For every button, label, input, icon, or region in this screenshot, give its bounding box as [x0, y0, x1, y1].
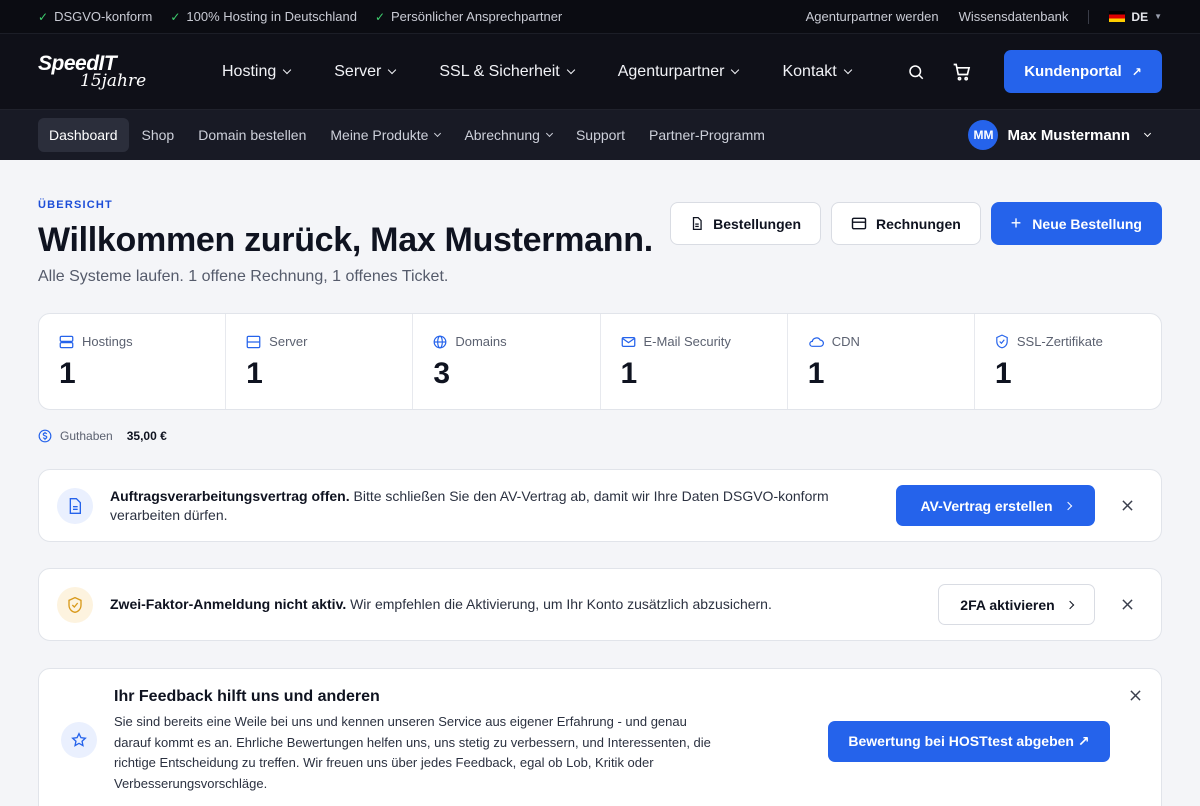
- check-icon: ✓: [170, 9, 181, 24]
- nav-server[interactable]: Server: [334, 63, 397, 81]
- usp-item: ✓ 100% Hosting in Deutschland: [170, 9, 357, 24]
- subnav-partner-program[interactable]: Partner-Programm: [638, 118, 776, 152]
- subnav-support[interactable]: Support: [565, 118, 636, 152]
- star-icon: [61, 722, 97, 758]
- coin-icon: [38, 429, 52, 443]
- subnav-my-products[interactable]: Meine Produkte: [319, 118, 451, 152]
- notice-text: Auftragsverarbeitungsvertrag offen. Bitt…: [110, 487, 829, 523]
- customer-portal-button[interactable]: Kundenportal ↗: [1004, 50, 1162, 93]
- main-navigation: SpeedIT 15jahre Hosting Server SSL & Sic…: [0, 34, 1200, 110]
- check-icon: ✓: [38, 9, 49, 24]
- orders-button[interactable]: Bestellungen: [670, 202, 821, 245]
- chevron-down-icon: [545, 129, 553, 137]
- shield-check-icon: [996, 334, 1008, 349]
- chevron-down-icon: [388, 65, 397, 74]
- dashboard-content: ÜBERSICHT Willkommen zurück, Max Musterm…: [0, 160, 1200, 806]
- stat-server[interactable]: Server 1: [226, 314, 414, 409]
- account-balance: Guthaben 35,00 €: [38, 429, 1162, 443]
- search-icon[interactable]: [904, 60, 928, 84]
- usp-item: ✓ DSGVO-konform: [38, 9, 153, 24]
- balance-value: 35,00 €: [126, 429, 167, 443]
- account-subnav: Dashboard Shop Domain bestellen Meine Pr…: [0, 110, 1200, 160]
- usp-item: ✓ Persönlicher Ansprechpartner: [374, 9, 563, 24]
- chevron-right-icon: [1063, 501, 1072, 510]
- german-flag-icon: [1109, 11, 1126, 22]
- nav-agency-partner[interactable]: Agenturpartner: [618, 63, 740, 81]
- external-arrow-icon: ↗: [1131, 64, 1142, 79]
- enable-2fa-button[interactable]: 2FA aktivieren: [938, 584, 1095, 625]
- subnav-domain-order[interactable]: Domain bestellen: [187, 118, 317, 152]
- subnav-billing[interactable]: Abrechnung: [453, 118, 563, 152]
- invoices-button[interactable]: Rechnungen: [831, 202, 981, 245]
- knowledge-base-link[interactable]: Wissensdatenbank: [959, 9, 1069, 24]
- user-name: Max Mustermann: [1007, 126, 1130, 144]
- chevron-down-icon: [434, 129, 442, 137]
- avatar: MM: [968, 120, 999, 150]
- nav-ssl-security[interactable]: SSL & Sicherheit: [439, 63, 575, 81]
- nav-contact[interactable]: Kontakt: [782, 63, 852, 81]
- server-icon: [246, 335, 261, 348]
- create-av-contract-button[interactable]: AV-Vertrag erstellen: [896, 485, 1095, 526]
- chevron-down-icon: [566, 65, 575, 74]
- cart-icon[interactable]: [950, 60, 974, 84]
- user-menu[interactable]: MM Max Mustermann: [968, 120, 1152, 150]
- stat-ssl-certificates[interactable]: SSL-Zertifikate 1: [975, 314, 1161, 409]
- document-icon: [57, 487, 93, 524]
- page-subtitle: Alle Systeme laufen. 1 offene Rechnung, …: [38, 268, 449, 285]
- close-icon[interactable]: [1115, 593, 1139, 617]
- agency-partner-link[interactable]: Agenturpartner werden: [806, 9, 939, 24]
- close-icon[interactable]: [1115, 494, 1139, 518]
- globe-icon: [433, 335, 447, 348]
- av-contract-notice: Auftragsverarbeitungsvertrag offen. Bitt…: [38, 469, 1162, 542]
- server-stack-icon: [59, 335, 74, 348]
- feedback-title: Ihr Feedback hilft uns und anderen: [114, 688, 380, 705]
- shield-check-icon: [57, 586, 93, 623]
- nav-hosting[interactable]: Hosting: [222, 63, 292, 81]
- caret-down-icon: ▼: [1154, 12, 1162, 21]
- stat-email-security[interactable]: E-Mail Security 1: [601, 314, 788, 409]
- check-icon: ✓: [374, 9, 385, 24]
- stat-domains[interactable]: Domains 3: [413, 314, 601, 409]
- subnav-dashboard[interactable]: Dashboard: [38, 118, 129, 152]
- chevron-right-icon: [1065, 600, 1074, 609]
- feedback-text: Sie sind bereits eine Weile bei uns und …: [114, 714, 711, 791]
- stat-cdn[interactable]: CDN 1: [788, 314, 975, 409]
- chevron-down-icon: [1143, 129, 1152, 137]
- product-stats: Hostings 1 Server 1 Domains 3 E-Mail Sec…: [38, 313, 1162, 410]
- cloud-icon: [808, 336, 824, 347]
- chevron-down-icon: [731, 65, 740, 74]
- notice-text: Zwei-Faktor-Anmeldung nicht aktiv. Wir e…: [110, 596, 772, 612]
- divider: [1088, 9, 1090, 24]
- page-title: Willkommen zurück, Max Mustermann.: [38, 221, 653, 259]
- chevron-down-icon: [283, 65, 292, 74]
- feedback-card: Ihr Feedback hilft uns und anderen Sie s…: [38, 668, 1162, 806]
- two-factor-notice: Zwei-Faktor-Anmeldung nicht aktiv. Wir e…: [38, 568, 1162, 641]
- stat-hostings[interactable]: Hostings 1: [39, 314, 227, 409]
- close-icon[interactable]: [1125, 685, 1145, 705]
- language-selector[interactable]: DE ▼: [1109, 10, 1162, 24]
- subnav-shop[interactable]: Shop: [131, 118, 186, 152]
- plus-icon: +: [1010, 213, 1022, 233]
- document-icon: [692, 217, 702, 230]
- credit-card-icon: [851, 217, 867, 230]
- section-eyebrow: ÜBERSICHT: [38, 199, 113, 211]
- chevron-down-icon: [843, 65, 852, 74]
- new-order-button[interactable]: + Neue Bestellung: [990, 202, 1162, 245]
- top-info-bar: ✓ DSGVO-konform ✓ 100% Hosting in Deutschl…: [0, 0, 1200, 34]
- mail-icon: [621, 336, 635, 347]
- logo[interactable]: SpeedIT 15jahre: [38, 53, 188, 90]
- review-hosttest-button[interactable]: Bewertung bei HOSTtest abgeben ↗: [828, 721, 1110, 762]
